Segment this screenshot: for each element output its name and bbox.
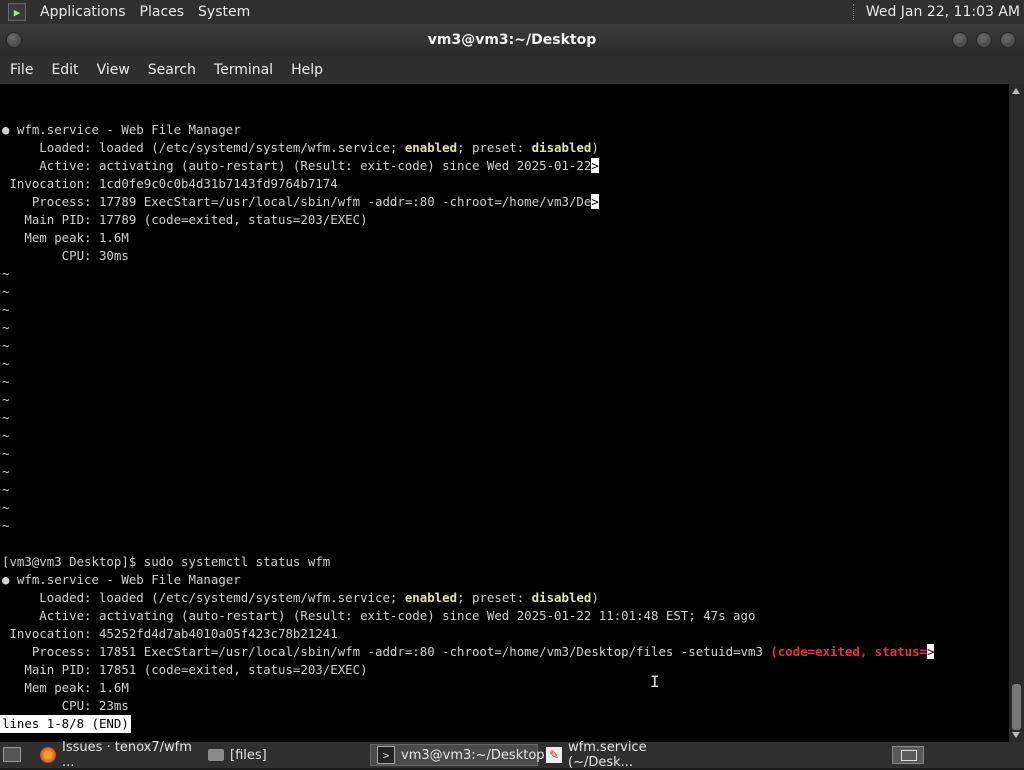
- firefox-icon: [40, 747, 56, 763]
- output-line: Loaded: loaded (/etc/systemd/system/wfm.…: [2, 589, 599, 607]
- pager-tilde: ~: [2, 320, 10, 335]
- close-button[interactable]: [1000, 32, 1016, 48]
- text-segment: ): [591, 140, 599, 155]
- folder-icon: [208, 749, 224, 761]
- workspace-switcher[interactable]: [892, 746, 924, 764]
- overflow-marker: >: [591, 194, 599, 209]
- exit-status-text: (code=exited, status=: [770, 644, 928, 659]
- text-segment: Loaded: loaded (/etc/systemd/system/wfm.…: [2, 140, 405, 155]
- pager-tilde: ~: [2, 284, 10, 299]
- taskbar-item-firefox[interactable]: Issues · tenox7/wfm ...: [34, 740, 206, 770]
- text-segment: Process: 17789 ExecStart=/usr/local/sbin…: [2, 194, 592, 209]
- pager-tilde: ~: [2, 338, 10, 353]
- output-line: Invocation: 1cd0fe9c0c0b4d31b7143fd9764b…: [2, 176, 338, 191]
- pager-tilde: ~: [2, 374, 10, 389]
- minimize-button[interactable]: [952, 32, 968, 48]
- output-line: Mem peak: 1.6M: [2, 680, 129, 695]
- window-title: vm3@vm3:~/Desktop: [427, 32, 597, 48]
- panel-separator: [852, 4, 858, 20]
- disabled-text: disabled: [531, 140, 592, 155]
- text-editor-icon: ✎: [546, 747, 562, 763]
- text-segment: ; preset:: [457, 590, 532, 605]
- menu-applications[interactable]: Applications: [40, 4, 126, 20]
- overflow-marker: >: [927, 644, 935, 659]
- taskbar-item-label: [files]: [230, 747, 267, 763]
- output-line: Active: activating (auto-restart) (Resul…: [2, 157, 599, 175]
- taskbar-item-editor[interactable]: ✎ wfm.service (~/Desk...: [540, 740, 720, 770]
- enabled-text: enabled: [404, 590, 458, 605]
- disabled-text: disabled: [531, 590, 592, 605]
- text-segment: Loaded: loaded (/etc/systemd/system/wfm.…: [2, 590, 405, 605]
- menu-edit[interactable]: Edit: [41, 62, 86, 78]
- output-line: Loaded: loaded (/etc/systemd/system/wfm.…: [2, 139, 599, 157]
- pager-tilde: ~: [2, 302, 10, 317]
- taskbar-item-label: Issues · tenox7/wfm ...: [62, 740, 192, 770]
- output-line: Invocation: 45252fd4d7ab4010a05f423c78b2…: [2, 626, 338, 641]
- window-titlebar[interactable]: vm3@vm3:~/Desktop: [0, 24, 1024, 56]
- menu-file[interactable]: File: [0, 62, 41, 78]
- scroll-down-icon[interactable]: [1012, 732, 1020, 738]
- taskbar-item-label: vm3@vm3:~/Desktop: [401, 747, 545, 763]
- text-segment: ): [591, 590, 599, 605]
- pager-tilde: ~: [2, 410, 10, 425]
- terminal-menubar: File Edit View Search Terminal Help: [0, 56, 1024, 84]
- terminal-icon: >: [377, 746, 395, 764]
- output-line: Process: 17789 ExecStart=/usr/local/sbin…: [2, 193, 599, 211]
- menu-terminal[interactable]: Terminal: [204, 62, 281, 78]
- menu-help[interactable]: Help: [281, 62, 331, 78]
- output-line: ● wfm.service - Web File Manager: [2, 122, 241, 137]
- output-line: Process: 17851 ExecStart=/usr/local/sbin…: [2, 643, 935, 661]
- menu-view[interactable]: View: [87, 62, 138, 78]
- text-segment: Process: 17851 ExecStart=/usr/local/sbin…: [2, 644, 771, 659]
- text-segment: Active: activating (auto-restart) (Resul…: [2, 158, 592, 173]
- applications-menu-icon[interactable]: ▶: [8, 3, 26, 21]
- output-line: ● wfm.service - Web File Manager: [2, 572, 241, 587]
- taskbar-item-label: wfm.service (~/Desk...: [568, 740, 647, 770]
- scroll-up-icon[interactable]: [1012, 88, 1020, 94]
- scrollbar-thumb[interactable]: [1012, 684, 1021, 730]
- pager-tilde: ~: [2, 266, 10, 281]
- pager-tilde: ~: [2, 464, 10, 479]
- pager-tilde: ~: [2, 482, 10, 497]
- shell-prompt: [vm3@vm3 Desktop]$ sudo systemctl status…: [2, 554, 331, 569]
- menu-search[interactable]: Search: [138, 62, 204, 78]
- output-line: Mem peak: 1.6M: [2, 230, 129, 245]
- pager-tilde: ~: [2, 518, 10, 533]
- show-desktop-icon[interactable]: [3, 747, 21, 762]
- clock[interactable]: Wed Jan 22, 11:03 AM: [866, 4, 1020, 20]
- terminal-output[interactable]: ● wfm.service - Web File Manager Loaded:…: [0, 84, 1009, 742]
- text-cursor-icon: I: [650, 672, 660, 691]
- output-line: CPU: 23ms: [2, 698, 129, 713]
- maximize-button[interactable]: [976, 32, 992, 48]
- terminal-scrollbar[interactable]: [1009, 84, 1024, 742]
- bottom-panel: Issues · tenox7/wfm ... [files] > vm3@vm…: [0, 740, 1024, 770]
- top-panel: ▶ Applications Places System Wed Jan 22,…: [0, 0, 1024, 24]
- text-segment: ; preset:: [457, 140, 532, 155]
- pager-tilde: ~: [2, 392, 10, 407]
- pager-tilde: ~: [2, 500, 10, 515]
- overflow-marker: >: [591, 158, 599, 173]
- pager-tilde: ~: [2, 356, 10, 371]
- enabled-text: enabled: [404, 140, 458, 155]
- menu-system[interactable]: System: [198, 4, 250, 20]
- output-line: Active: activating (auto-restart) (Resul…: [2, 608, 756, 623]
- pager-status: lines 1-8/8 (END): [0, 715, 131, 733]
- taskbar-item-terminal[interactable]: > vm3@vm3:~/Desktop: [370, 744, 545, 766]
- pager-tilde: ~: [2, 446, 10, 461]
- menu-places[interactable]: Places: [140, 4, 185, 20]
- output-line: Main PID: 17851 (code=exited, status=203…: [2, 662, 368, 677]
- taskbar-item-files[interactable]: [files]: [202, 744, 322, 766]
- output-line: CPU: 30ms: [2, 248, 129, 263]
- pager-tilde: ~: [2, 428, 10, 443]
- output-line: Main PID: 17789 (code=exited, status=203…: [2, 212, 368, 227]
